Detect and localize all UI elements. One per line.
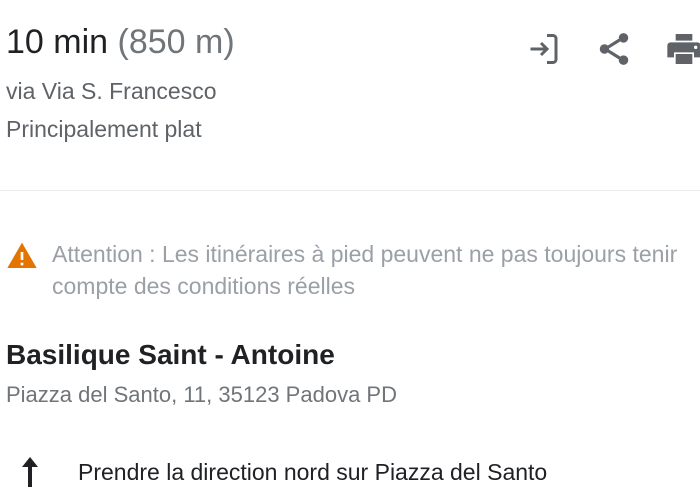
route-terrain: Principalement plat xyxy=(6,116,202,142)
route-actions xyxy=(522,24,700,74)
direction-step[interactable]: Prendre la direction nord sur Piazza del… xyxy=(0,450,700,494)
section-divider xyxy=(0,190,700,191)
destination: Basilique Saint - Antoine Piazza del San… xyxy=(6,336,696,410)
destination-address: Piazza del Santo, 11, 35123 Padova PD xyxy=(6,382,397,407)
destination-name: Basilique Saint - Antoine xyxy=(6,339,335,370)
route-duration: 10 min xyxy=(6,23,109,61)
print-icon xyxy=(667,34,700,64)
walking-warning: Attention : Les itinéraires à pied peuve… xyxy=(6,238,696,302)
send-to-device-button[interactable] xyxy=(522,27,566,71)
share-icon xyxy=(599,33,629,65)
arrow-straight-up-icon xyxy=(22,457,38,487)
warning-triangle-icon xyxy=(7,242,37,268)
warning-text: Attention : Les itinéraires à pied peuve… xyxy=(52,241,678,299)
step-icon-wrap xyxy=(10,450,50,494)
direction-step-text: Prendre la direction nord sur Piazza del… xyxy=(78,459,548,485)
print-button[interactable] xyxy=(662,27,700,71)
route-distance: (850 m) xyxy=(117,23,235,61)
send-to-device-icon xyxy=(530,34,558,64)
route-via: via Via S. Francesco xyxy=(6,78,217,104)
share-button[interactable] xyxy=(592,27,636,71)
